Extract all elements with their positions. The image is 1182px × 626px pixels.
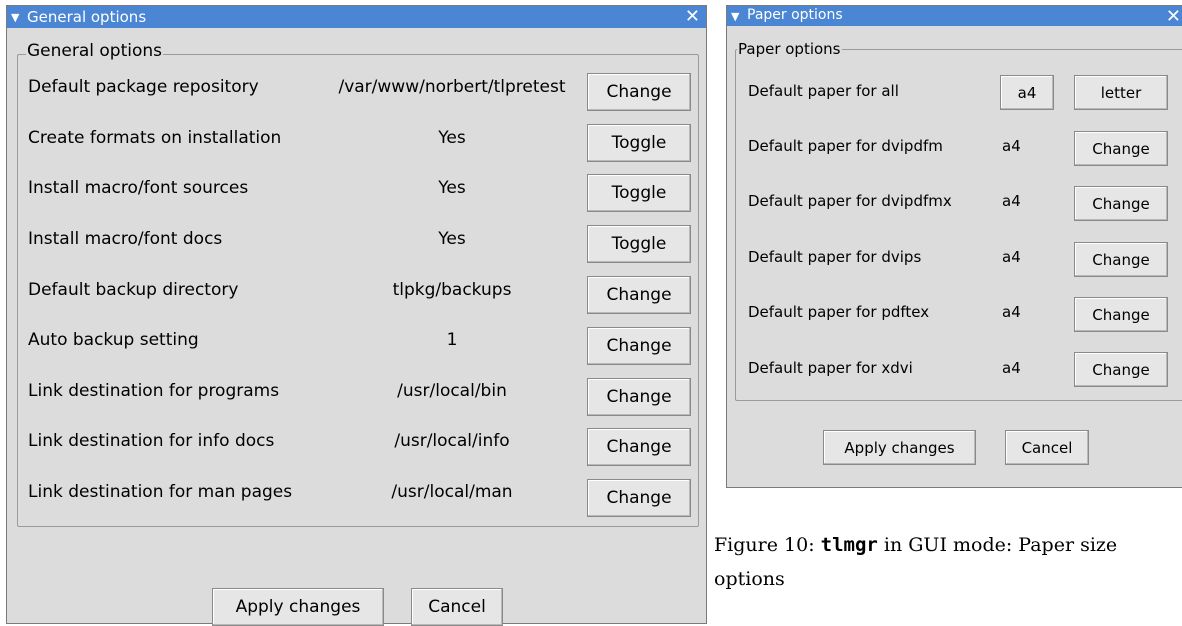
collapse-triangle-icon[interactable]: ▼ [731,10,739,23]
change-backup-directory-button[interactable]: Change [587,276,691,314]
label-paper-xdvi: Default paper for xdvi [748,359,913,377]
change-link-man-button[interactable]: Change [587,479,691,517]
label-create-formats: Create formats on installation [28,128,282,148]
value-auto-backup: 1 [446,330,458,350]
figure-caption: Figure 10: tlmgr in GUI mode: Paper size… [714,528,1182,596]
apply-changes-button[interactable]: Apply changes [212,588,384,626]
window-title: Paper options [747,7,843,23]
close-icon[interactable]: ✕ [685,6,700,27]
value-paper-dvipdfm: a4 [1002,137,1021,155]
collapse-triangle-icon[interactable]: ▼ [11,11,19,24]
value-install-docs: Yes [438,229,466,249]
group-label: Paper options [737,40,842,58]
all-a4-button[interactable]: a4 [1000,75,1054,110]
label-link-info: Link destination for info docs [28,431,275,451]
value-paper-pdftex: a4 [1002,303,1021,321]
label-link-man: Link destination for man pages [28,482,293,502]
caption-command: tlmgr [820,534,878,556]
label-link-programs: Link destination for programs [28,381,280,401]
general-options-window: ▼ General options ✕ General options Defa… [6,5,707,626]
cancel-button[interactable]: Cancel [411,588,503,626]
value-create-formats: Yes [438,128,466,148]
caption-prefix: Figure 10: [714,534,821,556]
change-auto-backup-button[interactable]: Change [587,327,691,365]
paper-options-window: ▼ Paper options ✕ Paper options Default … [726,5,1182,488]
value-paper-xdvi: a4 [1002,359,1021,377]
toggle-install-sources-button[interactable]: Toggle [587,174,691,212]
change-repository-button[interactable]: Change [587,73,691,111]
value-default-package-repository: /var/www/norbert/tlpretest [338,77,566,97]
label-install-sources: Install macro/font sources [28,178,249,198]
label-install-docs: Install macro/font docs [28,229,223,249]
value-link-man: /usr/local/man [391,482,513,502]
value-install-sources: Yes [438,178,466,198]
change-xdvi-button[interactable]: Change [1074,352,1168,387]
value-link-info: /usr/local/info [394,431,510,451]
label-backup-directory: Default backup directory [28,280,239,300]
change-dvipdfmx-button[interactable]: Change [1074,186,1168,221]
value-paper-dvipdfmx: a4 [1002,192,1021,210]
change-link-info-button[interactable]: Change [587,428,691,466]
value-paper-dvips: a4 [1002,248,1021,266]
label-default-paper-all: Default paper for all [748,82,899,100]
group-label: General options [26,41,164,61]
general-options-titlebar: ▼ General options ✕ [7,6,706,28]
label-default-package-repository: Default package repository [28,77,259,97]
paper-options-titlebar: ▼ Paper options ✕ [727,6,1182,27]
label-paper-pdftex: Default paper for pdftex [748,303,930,321]
toggle-install-docs-button[interactable]: Toggle [587,225,691,263]
label-paper-dvipdfm: Default paper for dvipdfm [748,137,943,155]
apply-changes-button[interactable]: Apply changes [823,430,976,465]
label-auto-backup: Auto backup setting [28,330,199,350]
close-icon[interactable]: ✕ [1166,6,1181,27]
label-paper-dvipdfmx: Default paper for dvipdfmx [748,192,952,210]
toggle-create-formats-button[interactable]: Toggle [587,124,691,162]
all-letter-button[interactable]: letter [1074,75,1168,110]
value-link-programs: /usr/local/bin [397,381,507,401]
cancel-button[interactable]: Cancel [1005,430,1089,465]
change-link-programs-button[interactable]: Change [587,378,691,416]
change-dvipdfm-button[interactable]: Change [1074,131,1168,166]
change-dvips-button[interactable]: Change [1074,242,1168,277]
label-paper-dvips: Default paper for dvips [748,248,922,266]
window-title: General options [27,8,147,26]
value-backup-directory: tlpkg/backups [392,280,512,300]
change-pdftex-button[interactable]: Change [1074,297,1168,332]
